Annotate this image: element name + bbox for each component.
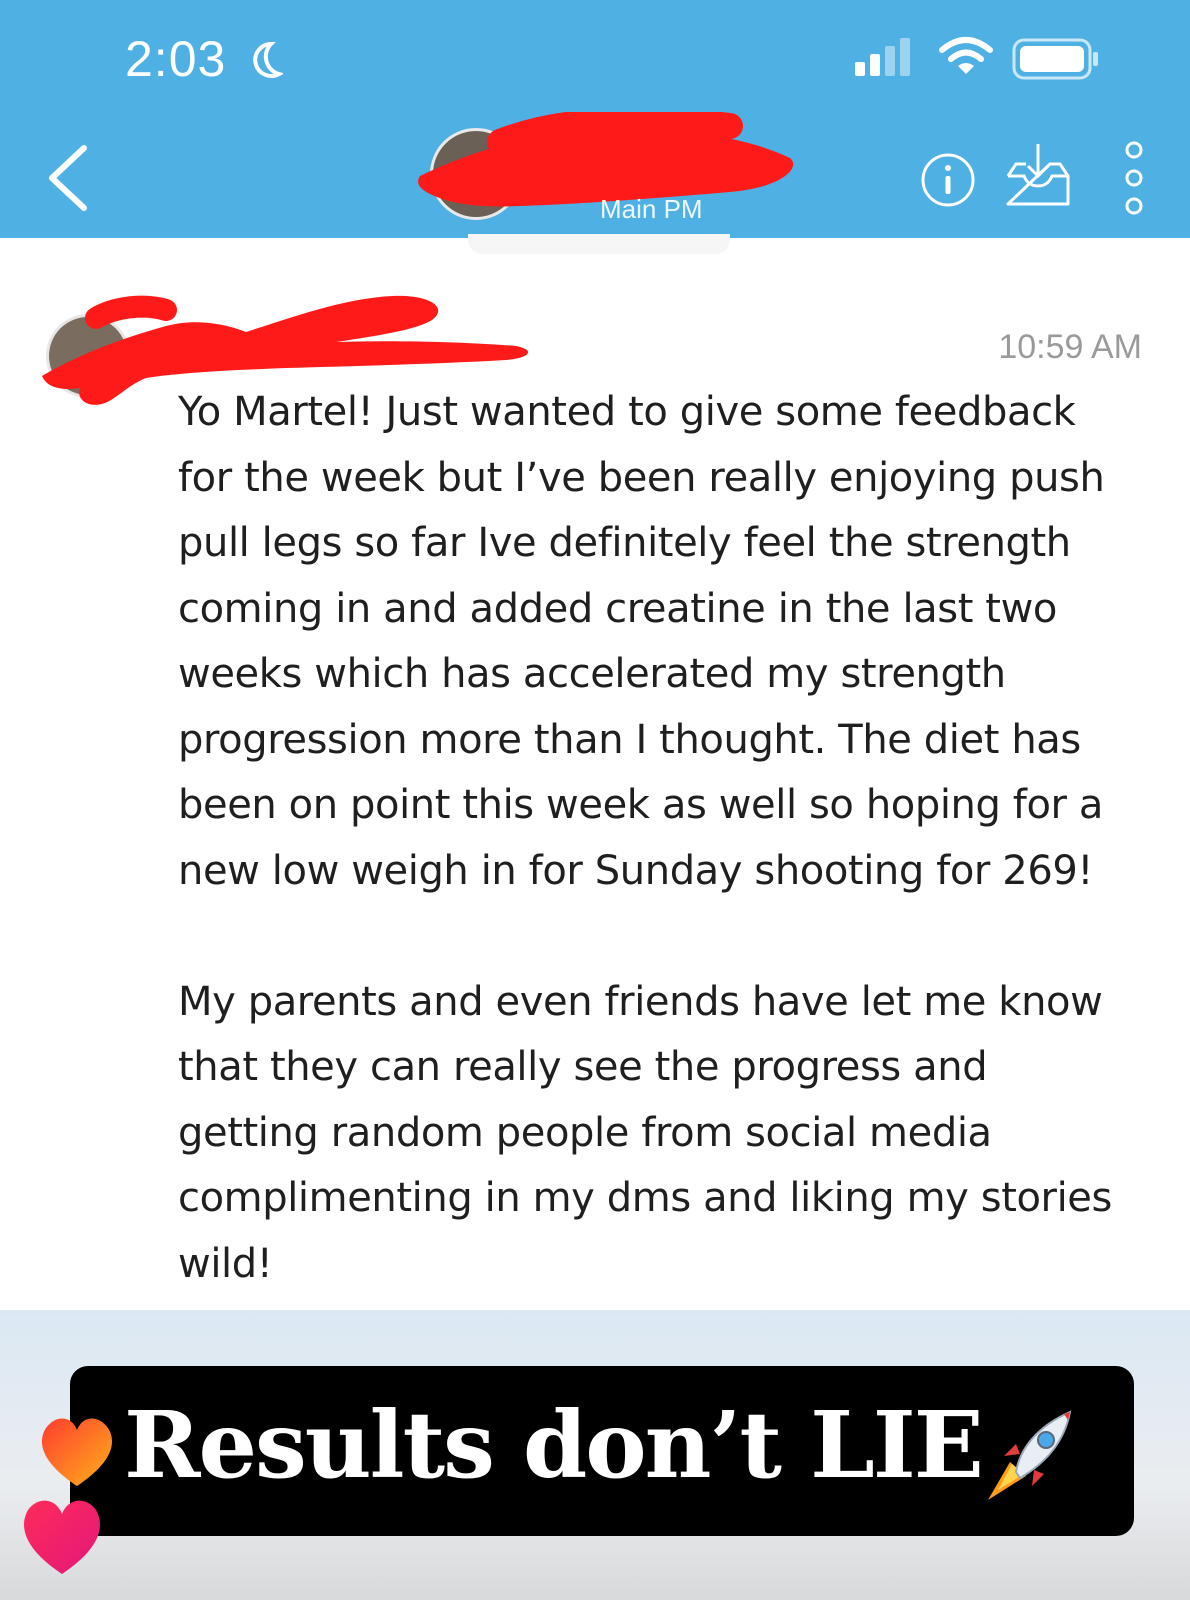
rocket-icon xyxy=(988,1410,1072,1500)
status-time: 2:03 xyxy=(125,31,227,87)
battery-icon xyxy=(1012,38,1098,80)
more-vertical-icon[interactable] xyxy=(1120,140,1148,216)
info-icon[interactable] xyxy=(920,152,976,208)
heart-orange-icon xyxy=(41,1418,113,1486)
moon-icon xyxy=(253,41,283,78)
back-icon[interactable] xyxy=(40,142,100,214)
caption-text: Results don’t LIE xyxy=(124,1391,984,1499)
signal-icon xyxy=(855,38,910,76)
wifi-icon xyxy=(939,37,993,74)
message-text: Yo Martel! Just wanted to give some feed… xyxy=(178,389,1112,1287)
chat-subtitle: Main PM xyxy=(600,194,703,224)
header-pull-tab xyxy=(468,234,730,254)
inbox-download-icon[interactable] xyxy=(1002,140,1074,212)
heart-pink-icon xyxy=(24,1500,100,1574)
message-timestamp: 10:59 AM xyxy=(998,328,1142,366)
